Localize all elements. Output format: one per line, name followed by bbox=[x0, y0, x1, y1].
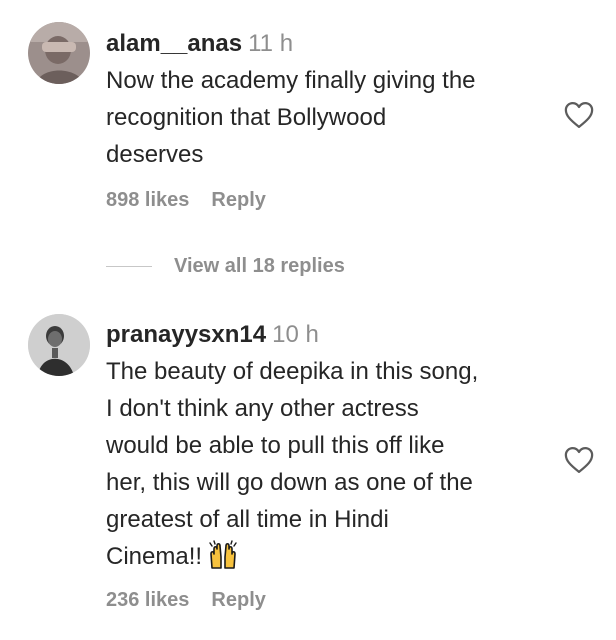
comment-line: greatest of all time in Hindi bbox=[106, 506, 389, 533]
comment-line: Cinema!! bbox=[106, 543, 203, 570]
comment-timestamp: 11 h bbox=[248, 30, 294, 57]
view-replies-label: View all 18 replies bbox=[174, 254, 345, 277]
comment-line: would be able to pull this off like bbox=[106, 432, 445, 459]
comment-line: recognition that Bollywood bbox=[106, 104, 387, 131]
user-avatar-icon bbox=[28, 314, 90, 376]
comment-line: I don't think any other actress bbox=[106, 395, 419, 422]
comment-body: alam__anas 11 h Now the academy finally g… bbox=[106, 25, 556, 173]
comment-body: pranayysxn14 10 h The beauty of deepika i… bbox=[106, 316, 556, 575]
comment-line-last: Cinema!! bbox=[106, 538, 556, 575]
like-count[interactable]: 898 likes bbox=[106, 189, 189, 211]
comment-meta: 236 likes Reply bbox=[106, 589, 266, 612]
comment-line: Now the academy finally giving the bbox=[106, 67, 476, 94]
divider-line bbox=[106, 265, 152, 267]
comment-meta: 898 likes Reply bbox=[106, 189, 266, 212]
raising-hands-emoji-icon bbox=[208, 540, 238, 570]
reply-button[interactable]: Reply bbox=[211, 589, 265, 611]
comment-line: her, this will go down as one of the bbox=[106, 469, 473, 496]
like-count[interactable]: 236 likes bbox=[106, 589, 189, 611]
comment-timestamp: 10 h bbox=[272, 321, 319, 348]
comment-username[interactable]: alam__anas bbox=[106, 30, 242, 57]
comment-line: The beauty of deepika in this song, bbox=[106, 358, 479, 385]
comment-username[interactable]: pranayysxn14 bbox=[106, 321, 266, 348]
heart-outline-icon[interactable] bbox=[564, 101, 594, 129]
view-replies-button[interactable]: View all 18 replies bbox=[106, 253, 345, 279]
reply-button[interactable]: Reply bbox=[211, 189, 265, 211]
comment-line: deserves bbox=[106, 141, 204, 168]
avatar-pranayysxn14[interactable] bbox=[28, 314, 90, 376]
user-avatar-icon bbox=[28, 22, 90, 84]
heart-outline-icon[interactable] bbox=[564, 446, 594, 474]
avatar-alam-anas[interactable] bbox=[28, 22, 90, 84]
